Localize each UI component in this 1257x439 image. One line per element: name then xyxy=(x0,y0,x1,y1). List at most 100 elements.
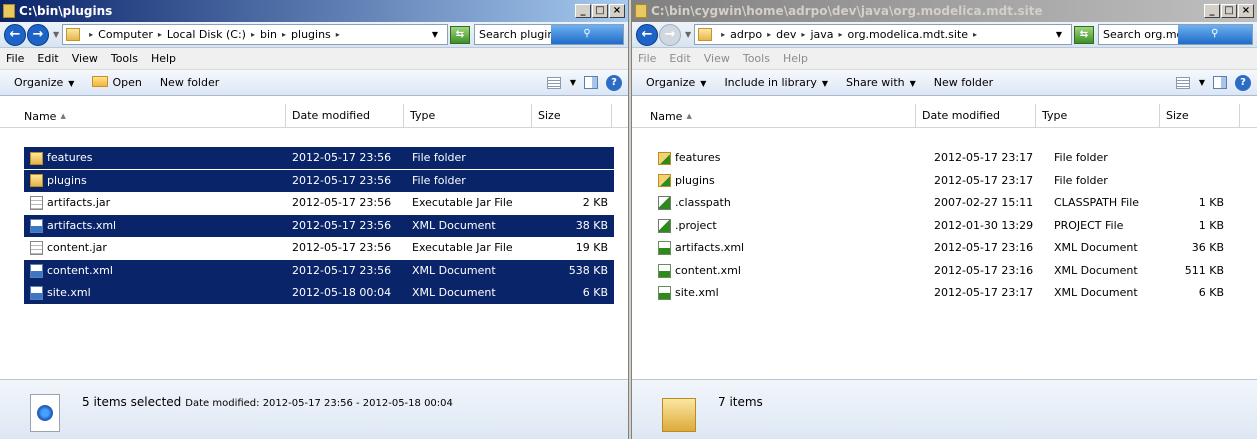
recent-pages-dropdown[interactable]: ▼ xyxy=(685,30,691,39)
address-bar[interactable]: ▸ adrpo ▸ dev ▸ java ▸ org.modelica.mdt.site… xyxy=(694,24,1072,45)
maximize-button[interactable]: □ xyxy=(592,4,608,18)
view-options-icon[interactable] xyxy=(1175,76,1190,89)
file-size xyxy=(650,147,1224,169)
chevron-down-icon: ▼ xyxy=(68,79,75,88)
new-folder-button[interactable]: New folder xyxy=(934,76,993,89)
minimize-button[interactable]: _ xyxy=(1204,4,1220,18)
file-row[interactable]: content.xml 2012-05-17 23:56 XML Document 5… xyxy=(24,259,614,282)
file-row[interactable]: content.xml 2012-05-17 23:16 XML Document 5… xyxy=(650,260,1234,282)
column-name[interactable]: Name ▲ xyxy=(644,104,916,128)
forward-button[interactable]: → xyxy=(27,23,49,46)
file-row[interactable]: .project 2012-01-30 13:29 PROJECT File 1 KB xyxy=(650,215,1234,237)
window-title: C:\bin\cygwin\home\adrpo\dev\java\org.mo… xyxy=(651,4,1043,18)
file-row[interactable]: artifacts.xml 2012-05-17 23:56 XML Documen… xyxy=(24,214,614,237)
file-size: 19 KB xyxy=(575,241,608,254)
forward-button[interactable]: → xyxy=(659,23,681,46)
chevron-down-icon: ▼ xyxy=(700,79,707,88)
chevron-down-icon[interactable]: ▼ xyxy=(1199,78,1205,87)
search-icon[interactable]: ⚲ xyxy=(551,25,623,44)
back-button[interactable]: ← xyxy=(636,23,658,46)
preview-pane-icon[interactable] xyxy=(1213,76,1227,89)
folder-icon xyxy=(698,28,713,41)
breadcrumb-local-disk[interactable]: Local Disk (C:) xyxy=(167,28,246,41)
include-in-library-button[interactable]: Include in library ▼ xyxy=(724,76,828,89)
recent-pages-dropdown[interactable]: ▼ xyxy=(53,30,59,39)
preview-pane-icon[interactable] xyxy=(584,76,598,89)
new-folder-button[interactable]: New folder xyxy=(160,76,219,89)
folder-icon xyxy=(662,398,696,432)
column-type[interactable]: Type xyxy=(404,104,532,128)
maximize-button[interactable]: □ xyxy=(1221,4,1237,18)
search-input[interactable]: Search org.modelica.... xyxy=(1103,28,1178,41)
menu-edit[interactable]: Edit xyxy=(669,52,690,65)
menu-edit[interactable]: Edit xyxy=(37,52,58,65)
menu-view[interactable]: View xyxy=(704,52,730,65)
selection-date-range: Date modified: 2012-05-17 23:56 - 2012-0… xyxy=(185,398,453,409)
breadcrumb-mdt-site[interactable]: org.modelica.mdt.site xyxy=(848,28,969,41)
title-bar[interactable]: C:\bin\cygwin\home\adrpo\dev\java\org.mo… xyxy=(632,0,1257,22)
share-with-button[interactable]: Share with ▼ xyxy=(846,76,916,89)
column-header: Name ▲ Date modified Type Size xyxy=(632,104,1257,128)
open-button[interactable]: Open xyxy=(92,76,142,89)
menu-bar: File Edit View Tools Help xyxy=(0,48,628,70)
back-button[interactable]: ← xyxy=(4,23,26,46)
search-input[interactable]: Search plugins xyxy=(479,28,551,41)
organize-button[interactable]: Organize ▼ xyxy=(14,76,74,89)
search-box[interactable]: Search org.modelica.... ⚲ xyxy=(1098,24,1253,45)
breadcrumb-bin[interactable]: bin xyxy=(260,28,277,41)
file-row[interactable]: plugins 2012-05-17 23:17 File folder xyxy=(650,170,1234,192)
column-date-modified[interactable]: Date modified xyxy=(916,104,1036,128)
chevron-down-icon: ▼ xyxy=(821,79,829,88)
close-button[interactable]: × xyxy=(1238,4,1254,18)
breadcrumb-plugins[interactable]: plugins xyxy=(291,28,331,41)
explorer-window-mdt-site: C:\bin\cygwin\home\adrpo\dev\java\org.mo… xyxy=(632,0,1257,439)
file-row[interactable]: plugins 2012-05-17 23:56 File folder xyxy=(24,169,614,192)
file-size: 6 KB xyxy=(1198,286,1224,299)
breadcrumb-adrpo[interactable]: adrpo xyxy=(730,28,762,41)
menu-file[interactable]: File xyxy=(6,52,24,65)
menu-help[interactable]: Help xyxy=(151,52,176,65)
file-row[interactable]: site.xml 2012-05-18 00:04 XML Document 6 KB xyxy=(24,282,614,304)
file-row[interactable]: site.xml 2012-05-17 23:17 XML Document 6 KB xyxy=(650,282,1234,304)
refresh-button[interactable]: ⇆ xyxy=(450,25,470,44)
search-box[interactable]: Search plugins ⚲ xyxy=(474,24,624,45)
column-date-modified[interactable]: Date modified xyxy=(286,104,404,128)
help-icon[interactable]: ? xyxy=(606,74,622,91)
view-options-icon[interactable] xyxy=(546,76,561,89)
column-name[interactable]: Name ▲ xyxy=(18,104,286,128)
menu-tools[interactable]: Tools xyxy=(743,52,770,65)
file-size: 2 KB xyxy=(582,196,608,209)
file-row[interactable]: .classpath 2007-02-27 15:11 CLASSPATH File… xyxy=(650,192,1234,214)
column-size[interactable]: Size xyxy=(1160,104,1240,128)
breadcrumb-computer[interactable]: Computer xyxy=(98,28,153,41)
file-size xyxy=(24,147,608,169)
address-dropdown[interactable]: ▼ xyxy=(432,30,438,39)
item-count: 7 items xyxy=(718,395,763,409)
file-row[interactable]: features 2012-05-17 23:56 File folder xyxy=(24,147,614,169)
organize-button[interactable]: Organize ▼ xyxy=(646,76,706,89)
close-button[interactable]: × xyxy=(609,4,625,18)
file-row[interactable]: artifacts.xml 2012-05-17 23:16 XML Documen… xyxy=(650,237,1234,259)
minimize-button[interactable]: _ xyxy=(575,4,591,18)
menu-view[interactable]: View xyxy=(72,52,98,65)
window-title: C:\bin\plugins xyxy=(19,4,113,18)
refresh-button[interactable]: ⇆ xyxy=(1074,25,1094,44)
breadcrumb-dev[interactable]: dev xyxy=(776,28,796,41)
selection-count: 5 items selected xyxy=(82,395,182,409)
menu-help[interactable]: Help xyxy=(783,52,808,65)
file-row[interactable]: content.jar 2012-05-17 23:56 Executable Ja… xyxy=(24,237,614,259)
column-type[interactable]: Type xyxy=(1036,104,1160,128)
breadcrumb-java[interactable]: java xyxy=(810,28,833,41)
menu-tools[interactable]: Tools xyxy=(111,52,138,65)
address-bar[interactable]: ▸ Computer ▸ Local Disk (C:) ▸ bin ▸ plugins… xyxy=(62,24,448,45)
search-icon[interactable]: ⚲ xyxy=(1177,25,1252,44)
address-dropdown[interactable]: ▼ xyxy=(1056,30,1062,39)
command-bar: Organize ▼ Open New folder ▼ ? xyxy=(0,70,628,96)
column-size[interactable]: Size xyxy=(532,104,612,128)
menu-file[interactable]: File xyxy=(638,52,656,65)
title-bar[interactable]: C:\bin\plugins _ □ × xyxy=(0,0,628,22)
file-row[interactable]: artifacts.jar 2012-05-17 23:56 Executable … xyxy=(24,192,614,214)
chevron-down-icon[interactable]: ▼ xyxy=(570,78,576,87)
help-icon[interactable]: ? xyxy=(1235,74,1251,91)
file-row[interactable]: features 2012-05-17 23:17 File folder xyxy=(650,147,1234,169)
